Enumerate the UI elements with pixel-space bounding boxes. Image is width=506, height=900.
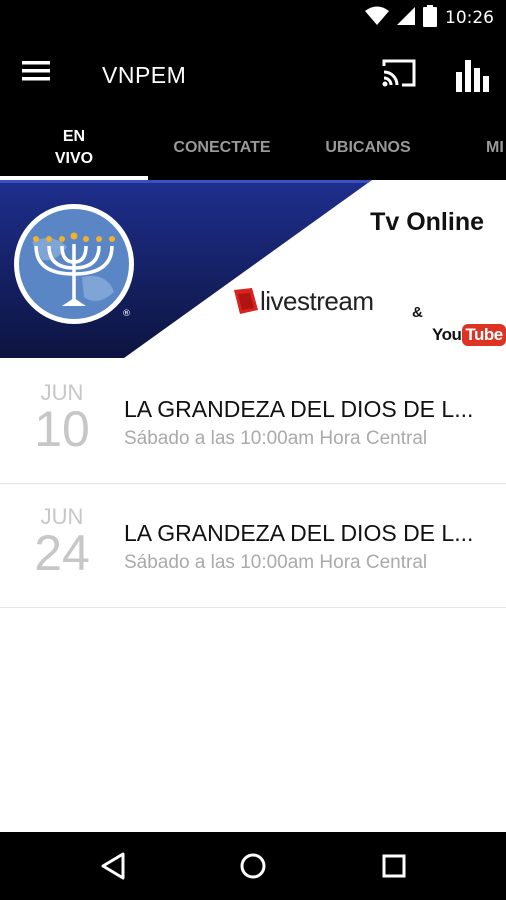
- event-list: JUN 10 LA GRANDEZA DEL DIOS DE L... Sába…: [0, 360, 506, 608]
- stats-button[interactable]: [456, 58, 492, 94]
- event-item[interactable]: JUN 24 LA GRANDEZA DEL DIOS DE L... Sába…: [0, 484, 506, 608]
- registered-mark: ®: [122, 309, 131, 319]
- event-subtitle: Sábado a las 10:00am Hora Central: [124, 552, 428, 573]
- livestream-logo: livestream: [232, 284, 374, 318]
- back-button[interactable]: [94, 846, 134, 886]
- youtube-you: You: [432, 325, 462, 344]
- status-bar: 10:26: [0, 0, 506, 36]
- banner-title: Tv Online: [370, 208, 484, 236]
- app-bar: VNPEM: [0, 36, 506, 116]
- youtube-tube: Tube: [462, 324, 506, 346]
- battery-icon: [423, 4, 437, 32]
- tab-conectate[interactable]: CONECTATE: [148, 116, 296, 180]
- event-item[interactable]: JUN 10 LA GRANDEZA DEL DIOS DE L... Sába…: [0, 360, 506, 484]
- tab-bar: EN VIVO CONECTATE UBICANOS MI: [0, 116, 506, 180]
- menu-icon: [22, 61, 50, 81]
- status-icons: 10:26: [365, 4, 494, 32]
- recents-button[interactable]: [374, 846, 414, 886]
- home-button[interactable]: [233, 846, 273, 886]
- livestream-icon: [234, 288, 258, 314]
- event-title: LA GRANDEZA DEL DIOS DE L...: [124, 396, 474, 422]
- bar-chart-icon: [456, 60, 489, 92]
- back-icon: [101, 852, 125, 880]
- tv-online-banner[interactable]: ® Tv Online livestream & You Tube: [0, 180, 506, 358]
- tab-label-line2: VIVO: [54, 150, 94, 167]
- event-title: LA GRANDEZA DEL DIOS DE L...: [124, 520, 474, 546]
- tab-label: CONECTATE: [173, 139, 271, 156]
- ampersand: &: [412, 304, 423, 321]
- cast-button[interactable]: [382, 58, 418, 94]
- wifi-icon: [365, 6, 389, 31]
- status-time: 10:26: [445, 8, 494, 28]
- event-subtitle: Sábado a las 10:00am Hora Central: [124, 428, 428, 449]
- menorah-logo: ®: [14, 204, 134, 324]
- tab-label-line1: EN: [62, 128, 86, 145]
- signal-icon: [397, 6, 415, 31]
- tab-ubicanos[interactable]: UBICANOS: [296, 116, 440, 180]
- recents-icon: [382, 854, 406, 878]
- app-title: VNPEM: [102, 62, 187, 88]
- tab-more[interactable]: MI: [486, 116, 506, 180]
- tab-label: UBICANOS: [325, 139, 411, 156]
- menu-button[interactable]: [22, 60, 58, 92]
- home-icon: [240, 853, 266, 879]
- cast-icon: [382, 59, 416, 87]
- youtube-logo: You Tube: [432, 324, 506, 346]
- event-day: 24: [34, 525, 90, 581]
- event-day: 10: [34, 401, 90, 457]
- tab-en-vivo[interactable]: EN VIVO: [0, 116, 148, 180]
- livestream-text: livestream: [260, 285, 374, 316]
- tab-label: MI: [486, 139, 504, 156]
- system-nav-bar: [0, 832, 506, 900]
